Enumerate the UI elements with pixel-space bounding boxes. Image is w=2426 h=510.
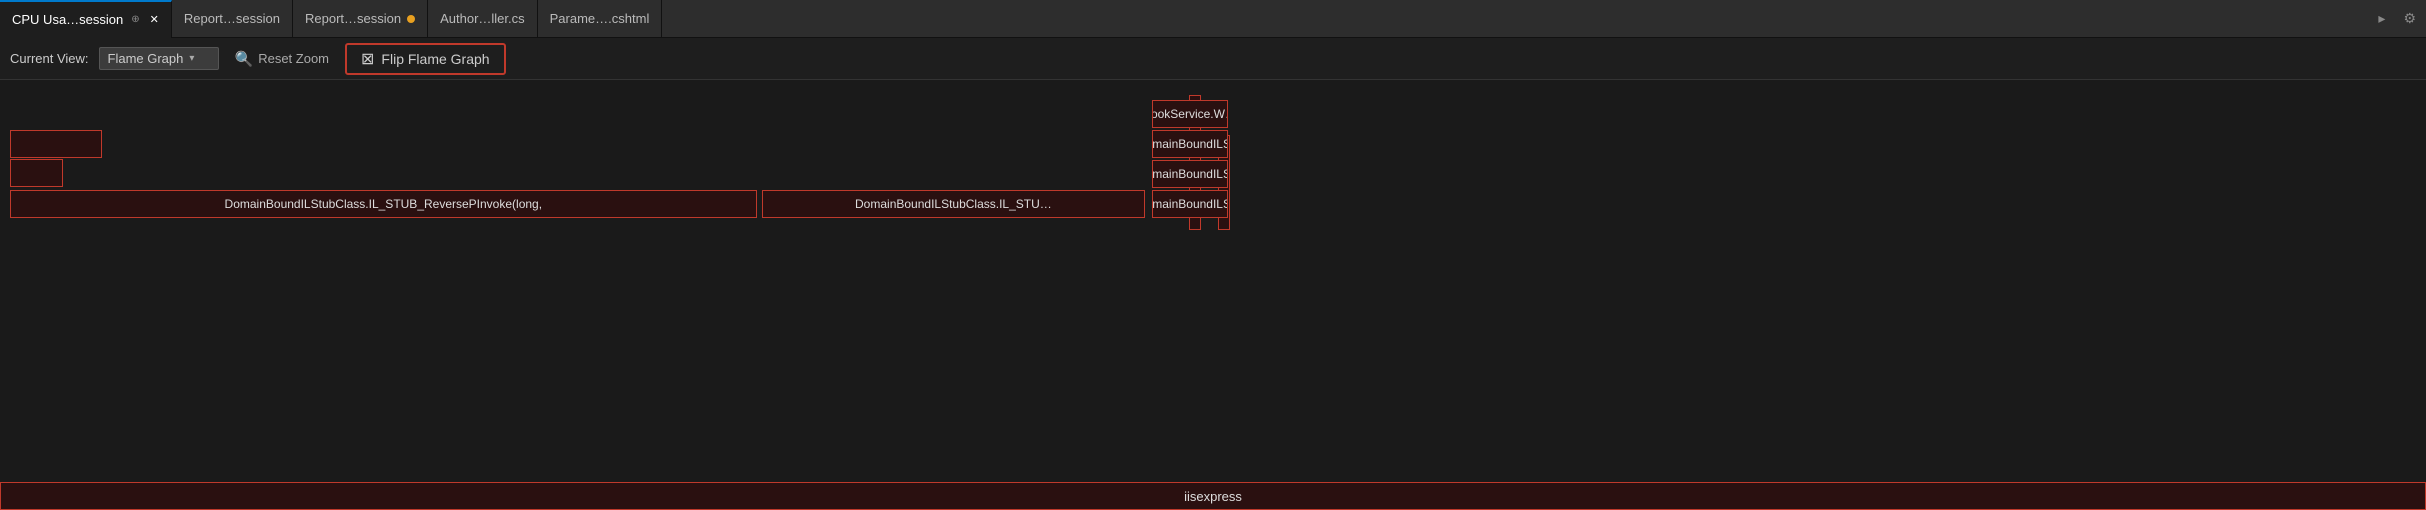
- reset-zoom-label: Reset Zoom: [258, 51, 329, 66]
- bar-system-web[interactable]: BookService.W…: [1152, 100, 1227, 128]
- tab-overflow-button[interactable]: ▸: [2370, 10, 2393, 27]
- bar-domain-right-small[interactable]: DomainBoundILS…: [1152, 160, 1227, 188]
- tab-report-session-1[interactable]: Report…session: [172, 0, 293, 38]
- tab-params-cshtml[interactable]: Parame….cshtml: [538, 0, 663, 38]
- tab-cpu-session[interactable]: CPU Usa…session ⊕ ✕: [0, 0, 172, 38]
- bar-label: DomainBoundILStubClass.IL_STU…: [855, 197, 1052, 211]
- bar-small-left-1[interactable]: [10, 130, 102, 158]
- bar-label: DomainBoundILStubClass.IL_STUB_ReversePI…: [225, 197, 543, 211]
- tab-author-controller[interactable]: Author…ller.cs: [428, 0, 538, 38]
- flip-label: Flip Flame Graph: [381, 51, 489, 67]
- bar-domain-mid[interactable]: DomainBoundILStubClass.IL_STU…: [762, 190, 1145, 218]
- modified-dot: [407, 15, 415, 23]
- bar-label: DomainBoundILS…: [1152, 137, 1227, 151]
- toolbar: Current View: Flame Graph ▾ 🔍 Reset Zoom…: [0, 38, 2426, 80]
- current-view-label: Current View:: [10, 51, 89, 66]
- iisexpress-label: iisexpress: [1184, 489, 1242, 504]
- tab-report-session-2[interactable]: Report…session: [293, 0, 428, 38]
- bar-domain-right[interactable]: DomainBoundILS…: [1152, 190, 1227, 218]
- pin-icon: ⊕: [131, 14, 139, 25]
- bar-label: DomainBoundILS…: [1152, 197, 1227, 211]
- magnifier-icon: 🔍: [235, 50, 254, 68]
- tab-label: Report…session: [305, 11, 401, 26]
- flame-graph-area: BookService.W… DomainBoundILS… DomainBou…: [0, 80, 2426, 510]
- bar-domain-left[interactable]: DomainBoundILStubClass.IL_STUB_ReversePI…: [10, 190, 757, 218]
- reset-zoom-button[interactable]: 🔍 Reset Zoom: [229, 47, 336, 71]
- tab-label: Report…session: [184, 11, 280, 26]
- view-value: Flame Graph: [108, 51, 184, 66]
- chevron-down-icon: ▾: [189, 53, 194, 64]
- flip-icon: ⊠: [361, 49, 374, 69]
- tab-bar: CPU Usa…session ⊕ ✕ Report…session Repor…: [0, 0, 2426, 38]
- tab-label: CPU Usa…session: [12, 12, 123, 27]
- view-dropdown[interactable]: Flame Graph ▾: [99, 47, 219, 70]
- bar-book-service[interactable]: DomainBoundILS…: [1152, 130, 1227, 158]
- bar-label: DomainBoundILS…: [1152, 167, 1227, 181]
- iisexpress-bar[interactable]: iisexpress: [0, 482, 2426, 510]
- tab-label: Author…ller.cs: [440, 11, 525, 26]
- bar-label: BookService.W…: [1152, 107, 1227, 121]
- settings-icon[interactable]: ⚙: [2393, 10, 2426, 27]
- tab-label: Parame….cshtml: [550, 11, 650, 26]
- flip-flame-graph-button[interactable]: ⊠ Flip Flame Graph: [345, 43, 506, 75]
- bar-small-left-2[interactable]: [10, 159, 63, 187]
- close-icon[interactable]: ✕: [150, 13, 159, 26]
